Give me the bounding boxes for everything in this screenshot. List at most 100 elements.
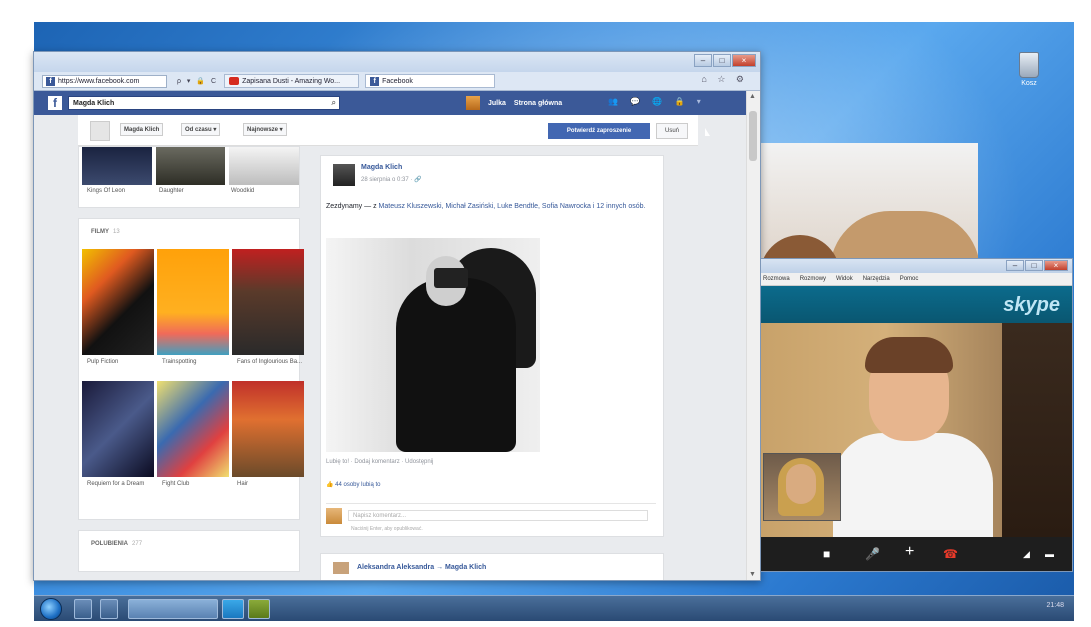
- comment-box: Napisz komentarz...: [326, 503, 656, 526]
- facebook-search-input[interactable]: Magda Klich ⌕: [68, 96, 340, 110]
- film-poster: [157, 249, 229, 355]
- menu-item[interactable]: Narzędzia: [863, 276, 890, 282]
- tab-facebook[interactable]: f Facebook: [365, 74, 496, 88]
- close-button[interactable]: ×: [1044, 260, 1068, 271]
- film-item[interactable]: Hair: [232, 381, 304, 503]
- self-preview[interactable]: [763, 453, 841, 521]
- film-item[interactable]: Fight Club: [157, 381, 229, 503]
- scroll-up-icon[interactable]: ▲: [749, 93, 756, 100]
- address-bar[interactable]: f https://www.facebook.com: [42, 74, 167, 88]
- search-icon[interactable]: ⌕: [332, 98, 336, 108]
- music-thumb[interactable]: [155, 147, 226, 185]
- timeline-column: Magda Klich 28 sierpnia o 0:37 · 🔗 Zezdy…: [320, 155, 664, 580]
- comment-input[interactable]: Napisz komentarz...: [348, 510, 648, 521]
- music-caption[interactable]: Daughter: [159, 188, 227, 194]
- filter-newest[interactable]: Najnowsze ▾: [243, 123, 287, 136]
- preview-face: [786, 464, 816, 504]
- tagged-others[interactable]: i 12 innych osób.: [593, 203, 646, 210]
- video-camera-icon[interactable]: ■: [823, 547, 830, 561]
- facebook-content: Magda Klich Od czasu ▾ Najnowsze ▾ Potwi…: [34, 115, 746, 580]
- user-name-link[interactable]: Julka: [488, 100, 506, 107]
- search-value: Magda Klich: [73, 99, 115, 107]
- comment-hint: Naciśnij Enter, aby opublikować.: [351, 526, 423, 532]
- explorer-taskbar-icon[interactable]: [74, 599, 92, 619]
- film-caption: Pulp Fiction: [87, 359, 119, 365]
- likes-title[interactable]: POLUBIENIA 277: [79, 531, 299, 561]
- film-item[interactable]: Pulp Fiction: [82, 249, 154, 381]
- confirm-request-button[interactable]: Potwierdź zaproszenie: [548, 123, 650, 139]
- filter-since[interactable]: Od czasu ▾: [181, 123, 221, 136]
- browser-taskbar-button[interactable]: [128, 599, 218, 619]
- section-count: 13: [113, 229, 120, 235]
- post-photo[interactable]: [326, 238, 540, 452]
- facebook-logo[interactable]: f: [48, 96, 62, 110]
- chat-icon[interactable]: ▬: [1045, 549, 1054, 559]
- film-poster: [232, 381, 304, 477]
- skype-menu: Rozmowa Rozmowy Widok Narzędzia Pomoc: [761, 273, 1072, 286]
- start-button[interactable]: [40, 598, 62, 620]
- app-taskbar-button[interactable]: [248, 599, 270, 619]
- minimize-button[interactable]: –: [1006, 260, 1024, 271]
- music-thumb[interactable]: [82, 147, 152, 185]
- browser-toolbar-icons[interactable]: ⌂ ☆ ⚙: [701, 74, 748, 85]
- add-participant-icon[interactable]: +: [905, 543, 914, 561]
- post-text: Zezdynamy — z Mateusz Kluszewski, Michał…: [326, 202, 656, 212]
- music-thumb[interactable]: [229, 147, 300, 185]
- address-nav-icons[interactable]: ρ ▾ 🔒 C: [177, 77, 218, 85]
- video-person-hair: [865, 337, 953, 373]
- notification-icons[interactable]: 👥 💬 🌐 🔒 ▾: [608, 97, 706, 106]
- filter-name[interactable]: Magda Klich: [120, 123, 164, 136]
- menu-item[interactable]: Rozmowy: [800, 276, 826, 282]
- post-likes[interactable]: 👍 44 osoby lubią to: [326, 481, 381, 488]
- post-author[interactable]: Magda Klich: [361, 164, 402, 171]
- call-controls: ■ 🎤 + ☎ ◢ ▬: [761, 537, 1072, 571]
- music-caption[interactable]: Woodkid: [231, 188, 299, 194]
- tab-label: Zapisana Dusti - Amazing Wo...: [242, 77, 341, 85]
- author-avatar[interactable]: [333, 562, 349, 574]
- system-clock[interactable]: 21:48: [1046, 602, 1064, 609]
- skype-logo: skype: [1003, 294, 1060, 316]
- scroll-down-icon[interactable]: ▼: [749, 571, 756, 578]
- background-window[interactable]: [760, 143, 978, 258]
- tagged-people[interactable]: Mateusz Kluszewski, Michał Zasiński, Luk…: [379, 203, 591, 210]
- avatar[interactable]: [466, 96, 480, 110]
- video-person-shirt: [833, 433, 993, 537]
- author-avatar[interactable]: [333, 164, 355, 186]
- microphone-icon[interactable]: 🎤: [865, 547, 880, 561]
- film-item[interactable]: Requiem for a Dream: [82, 381, 154, 503]
- window-controls: – □ ×: [694, 54, 756, 67]
- page-scrollbar[interactable]: ▲ ▼: [746, 91, 760, 580]
- music-caption[interactable]: Kings Of Leon: [87, 188, 155, 194]
- film-item[interactable]: Trainspotting: [157, 249, 229, 381]
- film-poster: [82, 381, 154, 477]
- post-actions[interactable]: Lubię to! · Dodaj komentarz · Udostępnij: [326, 459, 433, 465]
- section-count: 277: [132, 541, 143, 547]
- browser-titlebar: – □ ×: [34, 52, 760, 72]
- menu-item[interactable]: Rozmowa: [763, 276, 790, 282]
- skype-taskbar-button[interactable]: [222, 599, 244, 619]
- menu-item[interactable]: Widok: [836, 276, 853, 282]
- post-text-prefix: Zezdynamy — z: [326, 203, 377, 210]
- user-nav: Julka Strona główna: [466, 96, 562, 110]
- section-title: POLUBIENIA: [91, 541, 129, 547]
- maximize-button[interactable]: □: [1025, 260, 1043, 271]
- film-item[interactable]: Fans of Inglourious Ba...: [232, 249, 304, 381]
- maximize-button[interactable]: □: [713, 54, 731, 67]
- films-title[interactable]: FILMY 13: [79, 219, 299, 249]
- minimize-button[interactable]: –: [694, 54, 712, 67]
- facebook-favicon: f: [46, 76, 55, 86]
- film-poster: [232, 249, 304, 355]
- post-date[interactable]: 28 sierpnia o 0:37 · 🔗: [361, 176, 422, 183]
- end-call-icon[interactable]: ☎: [943, 547, 958, 561]
- recycle-bin[interactable]: Kosz: [1009, 52, 1049, 87]
- scroll-thumb[interactable]: [749, 111, 757, 161]
- close-button[interactable]: ×: [732, 54, 756, 67]
- tab-youtube[interactable]: Zapisana Dusti - Amazing Wo...: [224, 74, 360, 88]
- post-author[interactable]: Aleksandra Aleksandra → Magda Klich: [357, 564, 486, 571]
- signal-icon[interactable]: ◢: [1023, 549, 1030, 560]
- delete-button[interactable]: Usuń: [656, 123, 688, 139]
- menu-item[interactable]: Pomoc: [900, 276, 919, 282]
- home-link[interactable]: Strona główna: [514, 100, 562, 107]
- profile-avatar[interactable]: [90, 121, 110, 141]
- media-taskbar-icon[interactable]: [100, 599, 118, 619]
